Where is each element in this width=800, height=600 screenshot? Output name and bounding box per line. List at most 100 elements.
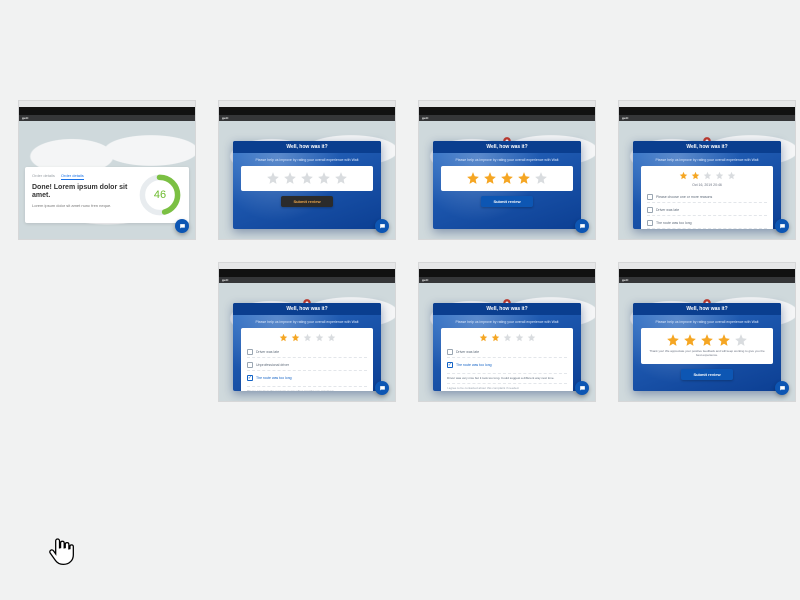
star-row: [679, 171, 736, 180]
star-row: [266, 171, 348, 185]
reason-option[interactable]: Driver was late: [247, 347, 367, 358]
reason-option[interactable]: ✓The route was too long: [247, 373, 367, 383]
reason-label: The route was too long: [656, 221, 692, 225]
rating-panel: Oct 16, 2019 20:46 Please choose one or …: [641, 166, 773, 229]
star-5[interactable]: [334, 171, 348, 185]
viewport: Well, how was it? Please help us improve…: [219, 121, 395, 239]
rating-modal: Well, how was it? Please help us improve…: [233, 303, 381, 391]
rating-panel: [241, 166, 373, 191]
consent-line[interactable]: I agree to be contacted about this compl…: [447, 383, 567, 390]
reason-option[interactable]: Please choose one or more reasons: [647, 192, 767, 203]
viewport: Well, how was it? Please help us improve…: [619, 283, 795, 401]
browser-titlebar: [19, 107, 195, 115]
rating-modal: Well, how was it? Please help us improve…: [633, 141, 781, 229]
rating-caption: Oct 16, 2019 20:46: [692, 183, 722, 187]
star-4[interactable]: [317, 171, 331, 185]
star-5[interactable]: [734, 333, 748, 347]
screen-rating-4star-thankyou: gett Well, how was it? Please help us im…: [618, 262, 796, 402]
star-1[interactable]: [679, 171, 688, 180]
submit-button[interactable]: Submit review: [281, 196, 332, 207]
chat-fab[interactable]: [175, 219, 189, 233]
modal-lead: Please help us improve by rating your ov…: [441, 320, 573, 324]
rating-panel: Driver was late ✓The route was too long …: [441, 328, 573, 391]
star-row: [479, 333, 536, 342]
star-3[interactable]: [303, 333, 312, 342]
reason-option[interactable]: Driver was late: [647, 205, 767, 216]
reason-option[interactable]: The route was too long: [647, 218, 767, 229]
reason-label: The route was too long: [256, 376, 292, 380]
star-1[interactable]: [466, 171, 480, 185]
viewport: Order details Order details Done! Lorem …: [19, 121, 195, 239]
hand-cursor-icon: [44, 534, 78, 570]
star-row: [666, 333, 748, 347]
star-4[interactable]: [715, 171, 724, 180]
score-donut: 46: [138, 173, 182, 217]
tab-order-details-1[interactable]: Order details: [32, 173, 55, 180]
star-5[interactable]: [727, 171, 736, 180]
tab-order-details-2[interactable]: Order details: [61, 173, 84, 180]
star-3[interactable]: [500, 171, 514, 185]
star-3[interactable]: [700, 333, 714, 347]
checkbox-icon: ✓: [247, 375, 253, 381]
screen-rating-4star: gett Well, how was it? Please help us im…: [418, 100, 596, 240]
star-4[interactable]: [315, 333, 324, 342]
checkbox-icon: [247, 349, 253, 355]
reason-options: Please choose one or more reasons Driver…: [647, 192, 767, 229]
free-text-placeholder[interactable]: Please type here the reasons or any othe…: [247, 386, 367, 391]
star-row: [279, 333, 336, 342]
star-1[interactable]: [479, 333, 488, 342]
chat-fab[interactable]: [375, 219, 389, 233]
summary-subline: Lorem ipsum dolor sit amet nunc fren neq…: [32, 203, 130, 208]
star-5[interactable]: [534, 171, 548, 185]
free-text-value[interactable]: Driver was very nice but it took too lon…: [447, 373, 567, 380]
reason-label: Driver was late: [656, 208, 679, 212]
modal-title: Well, how was it?: [633, 141, 781, 153]
checkbox-icon: [447, 349, 453, 355]
star-3[interactable]: [503, 333, 512, 342]
star-2[interactable]: [683, 333, 697, 347]
brand-logo: gett: [222, 116, 229, 120]
reason-option[interactable]: Driver was late: [447, 347, 567, 358]
star-2[interactable]: [691, 171, 700, 180]
star-row: [466, 171, 548, 185]
modal-title: Well, how was it?: [433, 141, 581, 153]
star-2[interactable]: [283, 171, 297, 185]
chat-fab[interactable]: [375, 381, 389, 395]
submit-button[interactable]: Submit review: [481, 196, 532, 207]
star-3[interactable]: [300, 171, 314, 185]
star-4[interactable]: [717, 333, 731, 347]
ride-summary-card: Order details Order details Done! Lorem …: [25, 167, 189, 223]
chat-fab[interactable]: [575, 381, 589, 395]
star-1[interactable]: [279, 333, 288, 342]
summary-headline: Done! Lorem ipsum dolor sit amet.: [32, 184, 130, 200]
star-3[interactable]: [703, 171, 712, 180]
modal-lead: Please help us improve by rating your ov…: [641, 320, 773, 324]
star-5[interactable]: [327, 333, 336, 342]
star-4[interactable]: [515, 333, 524, 342]
browser-titlebar: [419, 107, 595, 115]
star-5[interactable]: [527, 333, 536, 342]
rating-panel: [441, 166, 573, 191]
thank-you-text: Thank you! We appreciate your positive f…: [647, 350, 767, 358]
reason-option[interactable]: Unprofessional driver: [247, 360, 367, 371]
chat-fab[interactable]: [575, 219, 589, 233]
submit-button[interactable]: Submit review: [681, 369, 732, 380]
screen-summary: gett Order details Order details Done! L…: [18, 100, 196, 240]
star-4[interactable]: [517, 171, 531, 185]
star-2[interactable]: [483, 171, 497, 185]
modal-title: Well, how was it?: [233, 303, 381, 315]
screen-rating-2star-reasons-selected: gett Well, how was it? Please help us im…: [218, 262, 396, 402]
star-2[interactable]: [291, 333, 300, 342]
reason-option[interactable]: ✓The route was too long: [447, 360, 567, 370]
brand-logo: gett: [22, 116, 29, 120]
rating-modal: Well, how was it? Please help us improve…: [633, 303, 781, 391]
reason-label: Driver was late: [256, 350, 279, 354]
chat-fab[interactable]: [775, 219, 789, 233]
browser-titlebar: [619, 269, 795, 277]
viewport: Well, how was it? Please help us improve…: [419, 283, 595, 401]
rating-panel: Driver was late Unprofessional driver ✓T…: [241, 328, 373, 391]
chat-fab[interactable]: [775, 381, 789, 395]
star-2[interactable]: [491, 333, 500, 342]
star-1[interactable]: [666, 333, 680, 347]
star-1[interactable]: [266, 171, 280, 185]
